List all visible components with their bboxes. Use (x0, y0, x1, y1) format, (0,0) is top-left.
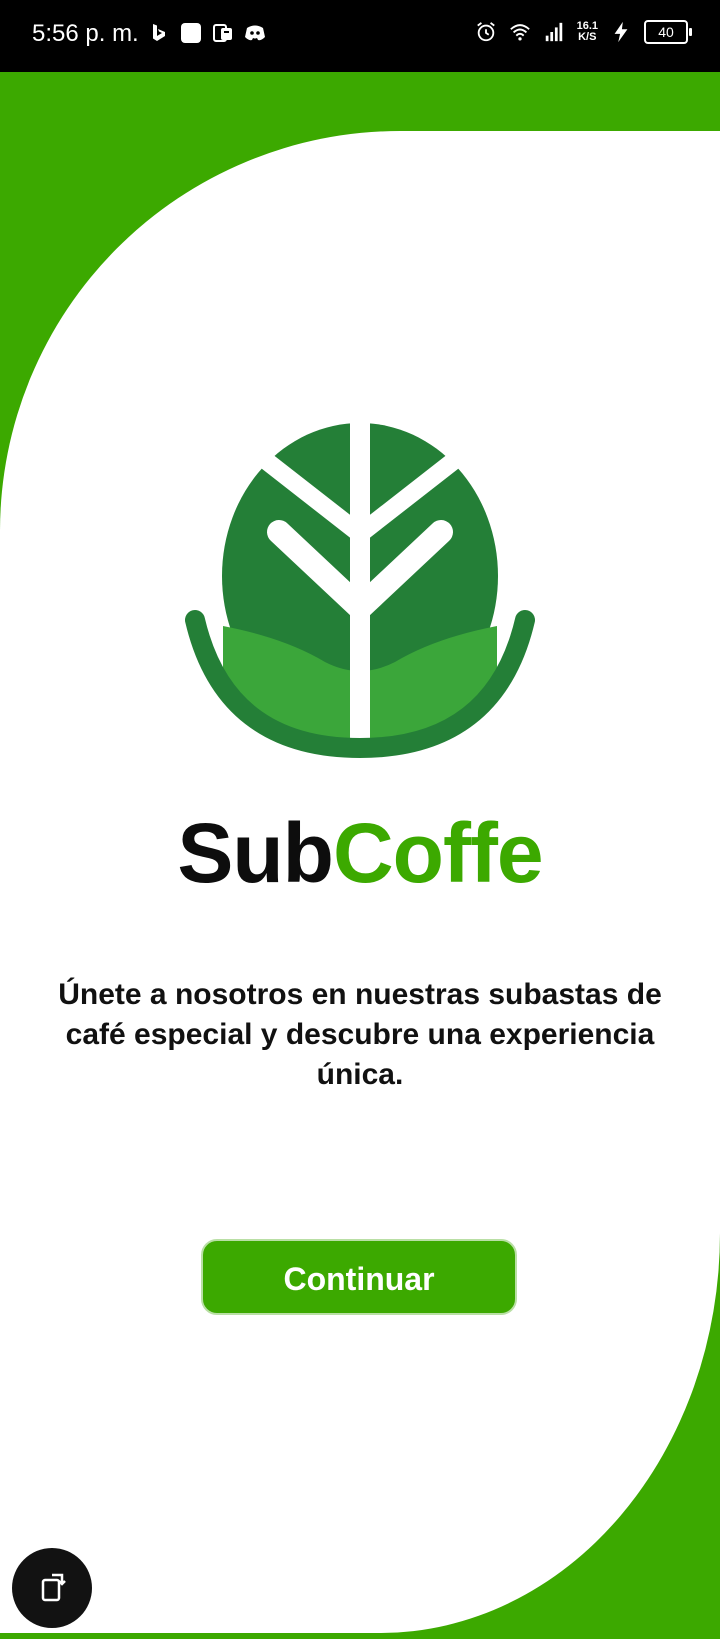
document-app-icon (213, 24, 232, 42)
brand-title-coffe: Coffe (333, 806, 544, 900)
notification-icons (148, 22, 266, 44)
bing-icon (153, 24, 165, 41)
status-bar: 5:56 p. m. 16.1 K/S 40 (0, 0, 720, 72)
brand-title: SubCoffe (0, 805, 720, 902)
battery-icon: 40 (644, 20, 692, 44)
battery-level: 40 (658, 24, 674, 40)
discord-icon (245, 25, 265, 41)
brand-title-sub: Sub (177, 806, 334, 900)
subcoffe-logo-icon (185, 418, 535, 763)
wifi-icon (509, 24, 530, 41)
system-icons: 16.1 K/S 40 (475, 20, 692, 44)
screen-rotate-icon (41, 1573, 66, 1602)
continue-button[interactable]: Continuar (201, 1239, 517, 1315)
charging-icon (614, 21, 628, 43)
network-speed-unit: K/S (578, 31, 597, 43)
signal-icon (545, 22, 562, 42)
alarm-icon (476, 22, 495, 42)
rotate-screen-button[interactable] (12, 1548, 92, 1628)
welcome-tagline: Únete a nosotros en nuestras subastas de… (58, 978, 662, 1091)
square-app-icon (181, 23, 201, 43)
status-time: 5:56 p. m. (32, 20, 139, 47)
network-speed: 16.1 K/S (577, 21, 598, 43)
